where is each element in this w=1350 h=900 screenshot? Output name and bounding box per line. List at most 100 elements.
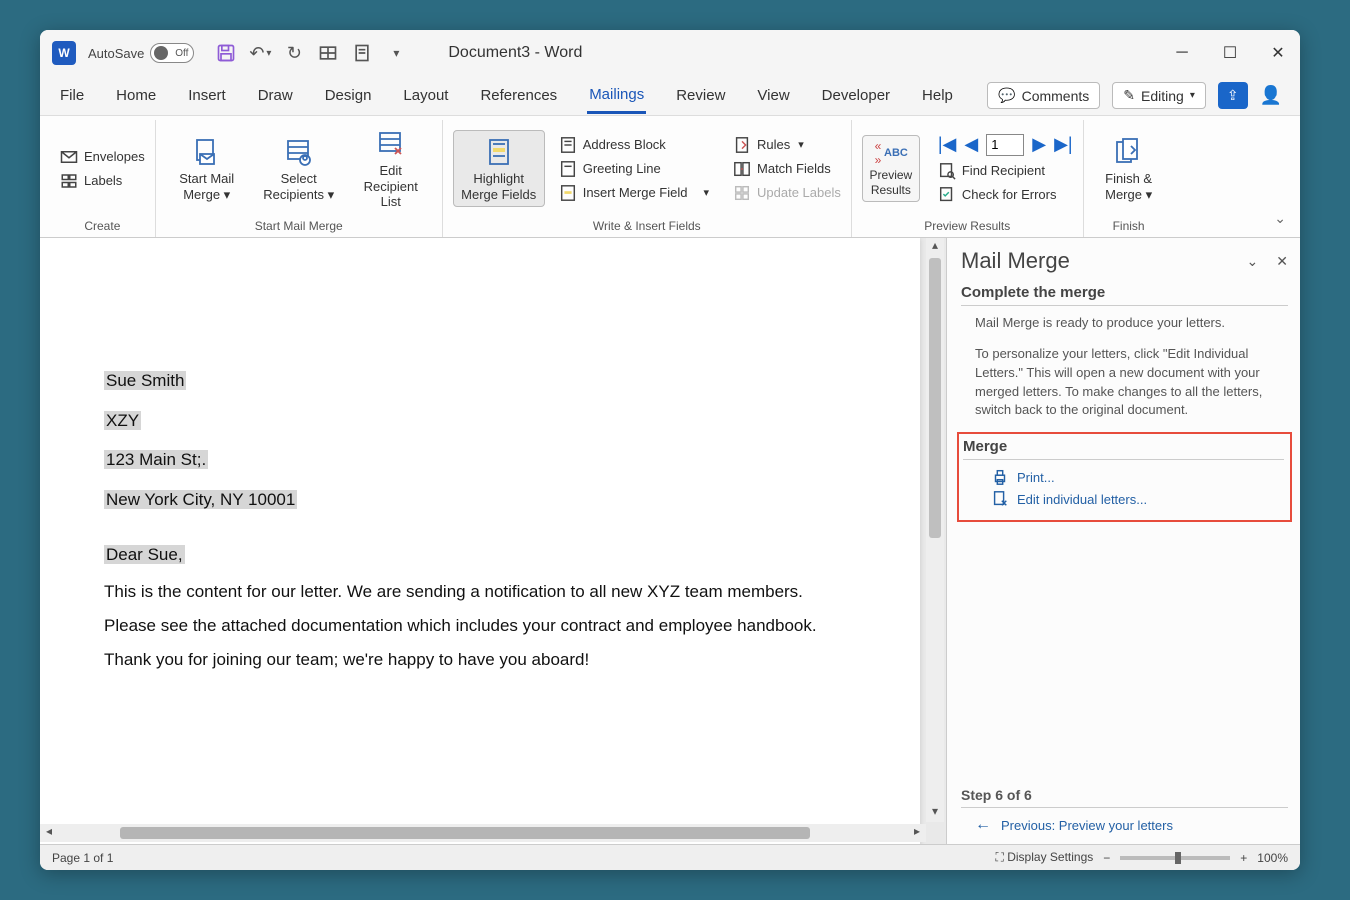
tab-home[interactable]: Home xyxy=(114,79,158,112)
insert-merge-field-button[interactable]: Insert Merge Field ▾ xyxy=(559,184,709,202)
finish-merge-button[interactable]: Finish &Merge ▾ xyxy=(1094,131,1164,206)
tab-view[interactable]: View xyxy=(755,79,791,112)
highlight-icon xyxy=(482,135,516,169)
collapse-ribbon-button[interactable]: ⌄ xyxy=(1274,210,1286,227)
group-write-label: Write & Insert Fields xyxy=(453,217,841,237)
tab-developer[interactable]: Developer xyxy=(820,79,892,112)
scroll-right-button[interactable]: ▸ xyxy=(908,824,926,842)
save-icon[interactable] xyxy=(216,43,236,63)
autosave-control[interactable]: AutoSave Off xyxy=(88,43,194,63)
maximize-button[interactable]: ☐ xyxy=(1220,43,1240,63)
zoom-slider-knob[interactable] xyxy=(1175,852,1181,864)
next-record-button[interactable]: ▶ xyxy=(1032,134,1046,155)
body-line-2: Please see the attached documentation wh… xyxy=(104,616,856,636)
vertical-scroll-thumb[interactable] xyxy=(929,258,941,538)
horizontal-scrollbar[interactable]: ◂ ▸ xyxy=(40,824,926,842)
select-recipients-button[interactable]: SelectRecipients ▾ xyxy=(258,131,340,206)
rules-button[interactable]: Rules ▾ xyxy=(733,136,841,154)
tab-layout[interactable]: Layout xyxy=(401,79,450,112)
horizontal-scroll-thumb[interactable] xyxy=(120,827,810,839)
scroll-up-button[interactable]: ▴ xyxy=(926,238,944,256)
match-fields-icon xyxy=(733,160,751,178)
merge-field-street: 123 Main St;. xyxy=(104,450,208,469)
tab-insert[interactable]: Insert xyxy=(186,79,228,112)
preview-results-button[interactable]: « » ABC PreviewResults xyxy=(862,135,920,202)
page-indicator[interactable]: Page 1 of 1 xyxy=(52,851,113,865)
find-recipient-icon xyxy=(938,162,956,180)
labels-button[interactable]: Labels xyxy=(60,172,145,190)
highlight-merge-fields-button[interactable]: HighlightMerge Fields xyxy=(453,130,545,207)
chevron-down-icon: ▾ xyxy=(798,138,804,151)
greeting-line-button[interactable]: Greeting Line xyxy=(559,160,709,178)
vertical-scrollbar[interactable]: ▴ ▾ xyxy=(926,238,944,822)
document-page[interactable]: Sue Smith XZY 123 Main St;. New York Cit… xyxy=(40,238,920,844)
scroll-left-button[interactable]: ◂ xyxy=(40,824,58,842)
display-settings-icon: ⛶ xyxy=(995,850,1007,864)
qat-customize-icon[interactable]: ▾ xyxy=(386,43,406,63)
merge-field-greeting: Dear Sue, xyxy=(104,545,185,564)
table-icon[interactable] xyxy=(318,43,338,63)
group-finish: Finish &Merge ▾ Finish xyxy=(1084,120,1174,237)
tab-design[interactable]: Design xyxy=(323,79,374,112)
scroll-down-button[interactable]: ▾ xyxy=(926,804,944,822)
envelopes-button[interactable]: Envelopes xyxy=(60,148,145,166)
print-link[interactable]: Print... xyxy=(991,468,1284,486)
edit-recipient-list-button[interactable]: EditRecipient List xyxy=(350,123,432,214)
editing-mode-button[interactable]: ✎ Editing ▾ xyxy=(1112,82,1206,109)
address-block-button[interactable]: Address Block xyxy=(559,136,709,154)
comments-label: Comments xyxy=(1022,88,1090,104)
body-line-1: This is the content for our letter. We a… xyxy=(104,582,856,602)
tab-file[interactable]: File xyxy=(58,79,86,112)
group-start-label: Start Mail Merge xyxy=(166,217,432,237)
zoom-in-button[interactable]: + xyxy=(1240,851,1247,865)
zoom-slider[interactable] xyxy=(1120,856,1230,860)
edit-individual-letters-link[interactable]: Edit individual letters... xyxy=(991,490,1284,508)
display-settings-button[interactable]: ⛶ Display Settings xyxy=(995,850,1093,865)
close-button[interactable]: ✕ xyxy=(1268,43,1288,63)
chevron-down-icon: ▾ xyxy=(703,186,709,199)
match-fields-button[interactable]: Match Fields xyxy=(733,160,841,178)
main-area: Sue Smith XZY 123 Main St;. New York Cit… xyxy=(40,238,1300,844)
tab-help[interactable]: Help xyxy=(920,79,955,112)
address-block-icon xyxy=(559,136,577,154)
body-line-3: Thank you for joining our team; we're ha… xyxy=(104,650,856,670)
share-button[interactable]: ⇪ xyxy=(1218,82,1248,109)
last-record-button[interactable]: ▶| xyxy=(1054,134,1073,155)
first-record-button[interactable]: |◀ xyxy=(938,134,957,155)
undo-icon[interactable]: ↶▾ xyxy=(250,43,270,63)
taskpane-collapse-button[interactable]: ⌄ xyxy=(1247,253,1259,270)
ribbon: Envelopes Labels Create Start MailMerge … xyxy=(40,116,1300,238)
group-finish-label: Finish xyxy=(1094,217,1164,237)
group-create-label: Create xyxy=(60,217,145,237)
taskpane-close-button[interactable]: ✕ xyxy=(1276,253,1288,270)
zoom-level[interactable]: 100% xyxy=(1257,851,1288,865)
tab-mailings[interactable]: Mailings xyxy=(587,78,646,114)
complete-merge-heading: Complete the merge xyxy=(961,284,1288,306)
preview-results-icon: « » ABC xyxy=(874,140,908,166)
redo-icon[interactable]: ↻ xyxy=(284,43,304,63)
group-write-insert: HighlightMerge Fields Address Block Gree… xyxy=(443,120,852,237)
minimize-button[interactable]: ─ xyxy=(1172,44,1192,62)
edit-recipient-list-icon xyxy=(374,127,408,161)
tab-draw[interactable]: Draw xyxy=(256,79,295,112)
start-mail-merge-icon xyxy=(190,135,224,169)
finish-merge-icon xyxy=(1112,135,1146,169)
page-icon[interactable] xyxy=(352,43,372,63)
record-number-input[interactable] xyxy=(986,134,1024,156)
check-errors-icon xyxy=(938,186,956,204)
start-mail-merge-button[interactable]: Start MailMerge ▾ xyxy=(166,131,248,206)
check-errors-button[interactable]: Check for Errors xyxy=(938,186,1073,204)
zoom-out-button[interactable]: − xyxy=(1103,851,1110,865)
autosave-toggle[interactable]: Off xyxy=(150,43,194,63)
tab-references[interactable]: References xyxy=(478,79,559,112)
document-area: Sue Smith XZY 123 Main St;. New York Cit… xyxy=(40,238,946,844)
group-create: Envelopes Labels Create xyxy=(50,120,156,237)
merge-field-citystate: New York City, NY 10001 xyxy=(104,490,297,509)
account-icon[interactable]: 👤 xyxy=(1260,85,1282,106)
previous-step-link[interactable]: ← Previous: Preview your letters xyxy=(975,816,1288,834)
tab-review[interactable]: Review xyxy=(674,79,727,112)
comments-button[interactable]: 💬 Comments xyxy=(987,82,1100,109)
titlebar: W AutoSave Off ↶▾ ↻ ▾ Document3 - Word xyxy=(40,30,1300,76)
find-recipient-button[interactable]: Find Recipient xyxy=(938,162,1073,180)
prev-record-button[interactable]: ◀ xyxy=(964,134,978,155)
